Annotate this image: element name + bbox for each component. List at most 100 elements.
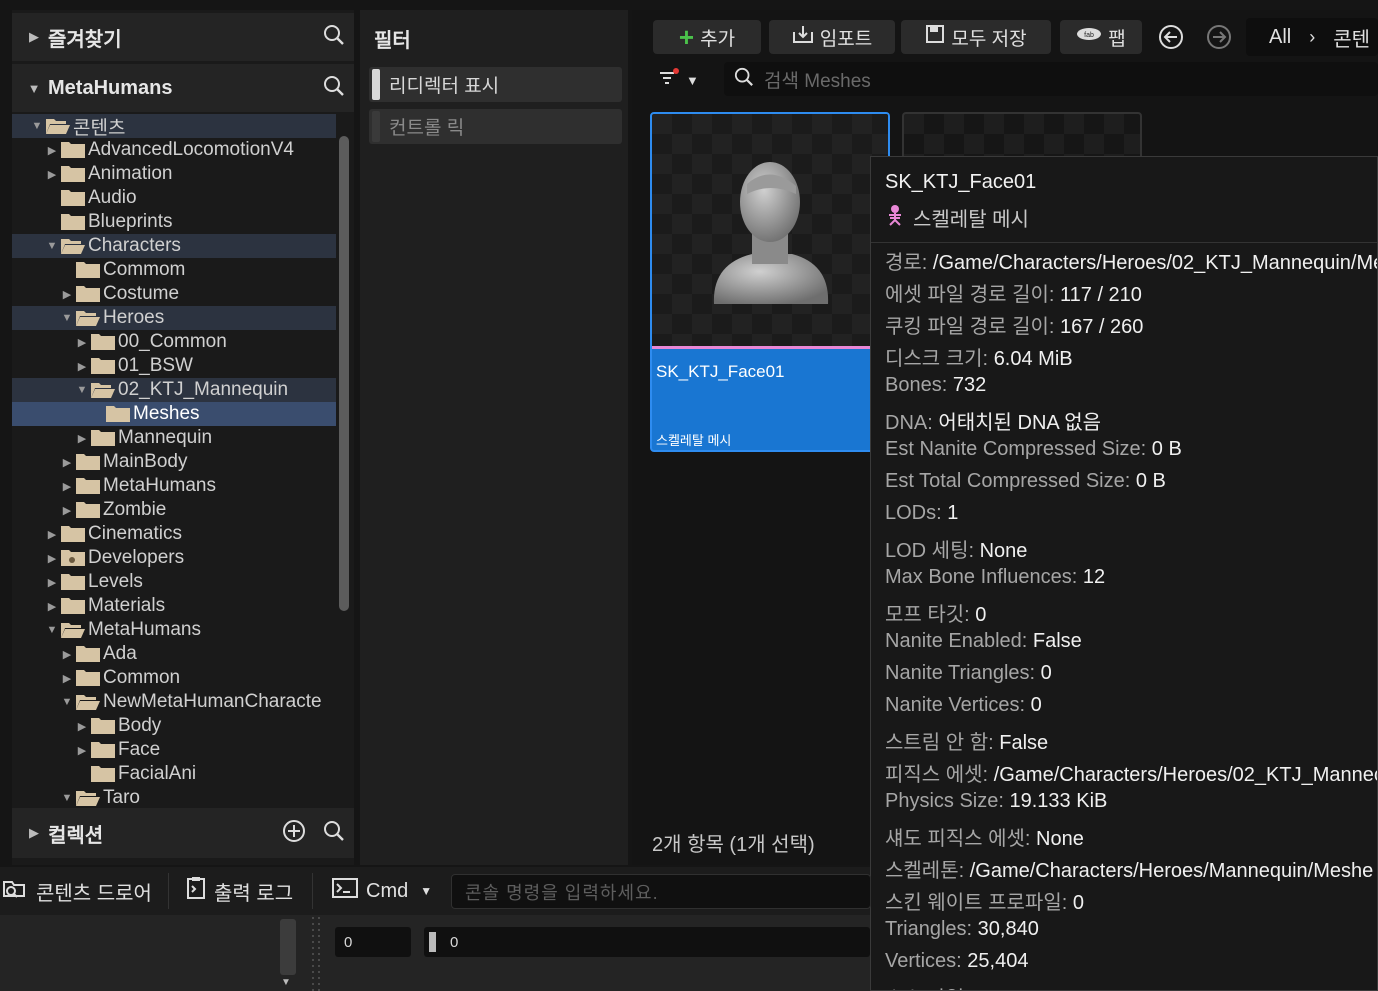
add-collection-icon[interactable] bbox=[274, 819, 314, 848]
expand-arrow-icon[interactable]: ▶ bbox=[60, 288, 74, 301]
asset-type: 스켈레탈 메시 bbox=[656, 433, 732, 448]
console-input[interactable]: 콘솔 명령을 입력하세요. bbox=[451, 874, 871, 909]
output-log-button[interactable]: 출력 로그 bbox=[186, 867, 293, 915]
breadcrumb-content[interactable]: 콘텐 bbox=[1333, 23, 1370, 52]
tree-item[interactable]: ▶ MainBody bbox=[12, 450, 336, 474]
expand-arrow-icon[interactable]: ▶ bbox=[60, 456, 74, 469]
expand-arrow-icon[interactable]: ▶ bbox=[75, 360, 89, 373]
expand-arrow-icon[interactable]: ▶ bbox=[45, 144, 59, 157]
scrollbar[interactable] bbox=[280, 919, 296, 975]
collapse-arrow-icon[interactable]: ▼ bbox=[75, 384, 89, 396]
tree-item[interactable]: ▶ Levels bbox=[12, 570, 336, 594]
expand-arrow-icon[interactable]: ▶ bbox=[60, 648, 74, 661]
fab-button[interactable]: fab 팹 bbox=[1060, 20, 1142, 54]
back-arrow-icon[interactable] bbox=[1158, 24, 1184, 55]
property-key: 스킨 웨이트 프로파일: bbox=[885, 892, 1068, 914]
chevron-down-icon: ▼ bbox=[420, 884, 433, 898]
search-icon[interactable] bbox=[314, 24, 354, 51]
tree-item-label: Characters bbox=[88, 235, 181, 256]
metahumans-header[interactable]: ▼ MetaHumans bbox=[12, 64, 354, 112]
tree-item[interactable]: ▶ Common bbox=[12, 666, 336, 690]
tree-item[interactable]: ▼ MetaHumans bbox=[12, 618, 336, 642]
tree-item[interactable]: ▶ MetaHumans bbox=[12, 474, 336, 498]
tree-item[interactable]: ▶ Body bbox=[12, 714, 336, 738]
tree-item[interactable]: ▼ Heroes bbox=[12, 306, 336, 330]
tree-item[interactable]: ▼ 콘텐츠 bbox=[12, 114, 336, 139]
tree-item[interactable]: ▶ Zombie bbox=[12, 498, 336, 522]
tree-item[interactable]: Commom bbox=[12, 258, 336, 282]
tree-item[interactable]: ▶ Face bbox=[12, 738, 336, 762]
tree-item[interactable]: ▶ 00_Common bbox=[12, 330, 336, 354]
tree-item[interactable]: ▶ Mannequin bbox=[12, 426, 336, 450]
expand-arrow-icon[interactable]: ▶ bbox=[75, 744, 89, 757]
filter-dropdown[interactable]: ▼ bbox=[658, 68, 699, 93]
tree-item[interactable]: Audio bbox=[12, 186, 336, 210]
breadcrumb-all[interactable]: All bbox=[1269, 26, 1291, 49]
tree-item[interactable]: ▶ AdvancedLocomotionV4 bbox=[12, 138, 336, 162]
collapse-arrow-icon[interactable]: ▼ bbox=[30, 120, 44, 132]
number-field-b[interactable]: 0 bbox=[424, 927, 870, 957]
collapse-arrow-icon[interactable]: ▼ bbox=[60, 792, 74, 804]
tree-item[interactable]: Meshes bbox=[12, 402, 336, 426]
expand-arrow-icon[interactable]: ▶ bbox=[45, 168, 59, 181]
search-icon[interactable] bbox=[314, 820, 354, 847]
import-button[interactable]: 임포트 bbox=[769, 20, 895, 54]
tree-item[interactable]: ▼ 02_KTJ_Mannequin bbox=[12, 378, 336, 402]
expand-arrow-icon[interactable]: ▶ bbox=[60, 504, 74, 517]
console-placeholder: 콘솔 명령을 입력하세요. bbox=[465, 882, 659, 903]
expand-arrow-icon[interactable]: ▶ bbox=[75, 432, 89, 445]
tree-item-label: 00_Common bbox=[118, 331, 227, 352]
number-field-a[interactable]: 0 bbox=[335, 927, 411, 957]
tree-scrollbar[interactable] bbox=[339, 136, 349, 611]
tree-item[interactable]: ▶ Developers bbox=[12, 546, 336, 570]
property-value: 167 / 260 bbox=[1060, 316, 1144, 338]
save-all-button[interactable]: 모두 저장 bbox=[901, 20, 1051, 54]
collapse-arrow-icon[interactable]: ▼ bbox=[20, 81, 48, 96]
tree-item[interactable]: Blueprints bbox=[12, 210, 336, 234]
filter-show-redirectors[interactable]: 리디렉터 표시 bbox=[369, 67, 622, 102]
expand-arrow-icon[interactable]: ▶ bbox=[75, 720, 89, 733]
expand-arrow-icon[interactable]: ▶ bbox=[45, 600, 59, 613]
content-drawer-button[interactable]: 콘텐츠 드로어 bbox=[2, 867, 152, 915]
import-label: 임포트 bbox=[819, 28, 873, 50]
collapse-arrow-icon[interactable]: ▼ bbox=[45, 624, 59, 636]
tree-item[interactable]: FacialAni bbox=[12, 762, 336, 786]
collapse-arrow-icon[interactable]: ▼ bbox=[45, 240, 59, 252]
tree-item-label: Commom bbox=[103, 259, 186, 280]
tree-item[interactable]: ▼ NewMetaHumanCharacte bbox=[12, 690, 336, 714]
drag-handle[interactable] bbox=[310, 915, 322, 991]
asset-tile-selected[interactable]: SK_KTJ_Face01 스켈레탈 메시 bbox=[650, 112, 890, 452]
tree-item[interactable]: ▼ Characters bbox=[12, 234, 336, 258]
tree-item[interactable]: ▶ 01_BSW bbox=[12, 354, 336, 378]
chevron-down-icon: ▼ bbox=[686, 73, 699, 88]
expand-arrow-icon[interactable]: ▶ bbox=[75, 336, 89, 349]
tree-item[interactable]: ▶ Cinematics bbox=[12, 522, 336, 546]
expand-arrow-icon[interactable]: ▶ bbox=[20, 825, 48, 841]
tree-item[interactable]: ▼ Taro bbox=[12, 786, 336, 807]
expand-arrow-icon[interactable]: ▶ bbox=[45, 576, 59, 589]
expand-arrow-icon[interactable]: ▶ bbox=[20, 29, 48, 45]
expand-arrow-icon[interactable]: ▶ bbox=[45, 528, 59, 541]
tree-item[interactable]: ▶ Costume bbox=[12, 282, 336, 306]
scroll-down-icon[interactable]: ▼ bbox=[281, 977, 291, 988]
filter-control-rig[interactable]: 컨트롤 릭 bbox=[369, 109, 622, 144]
tree-item[interactable]: ▶ Materials bbox=[12, 594, 336, 618]
search-input[interactable]: 검색 Meshes bbox=[724, 62, 1378, 96]
expand-arrow-icon[interactable]: ▶ bbox=[60, 480, 74, 493]
cmd-dropdown[interactable]: Cmd ▼ bbox=[332, 867, 432, 915]
property-value: 0 bbox=[1072, 892, 1084, 914]
add-button[interactable]: + 추가 bbox=[653, 20, 761, 54]
collections-header[interactable]: ▶ 컬렉션 bbox=[12, 808, 354, 858]
expand-arrow-icon[interactable]: ▶ bbox=[60, 672, 74, 685]
folder-open-icon bbox=[60, 621, 86, 639]
search-icon[interactable] bbox=[314, 75, 354, 102]
forward-arrow-icon[interactable] bbox=[1206, 24, 1232, 55]
expand-arrow-icon[interactable]: ▶ bbox=[45, 552, 59, 565]
chevron-right-icon[interactable]: › bbox=[1309, 27, 1315, 48]
slider-handle[interactable] bbox=[429, 932, 436, 952]
collapse-arrow-icon[interactable]: ▼ bbox=[60, 696, 74, 708]
tree-item[interactable]: ▶ Ada bbox=[12, 642, 336, 666]
favorites-header[interactable]: ▶ 즐겨찾기 bbox=[12, 13, 354, 61]
tree-item[interactable]: ▶ Animation bbox=[12, 162, 336, 186]
collapse-arrow-icon[interactable]: ▼ bbox=[60, 312, 74, 324]
